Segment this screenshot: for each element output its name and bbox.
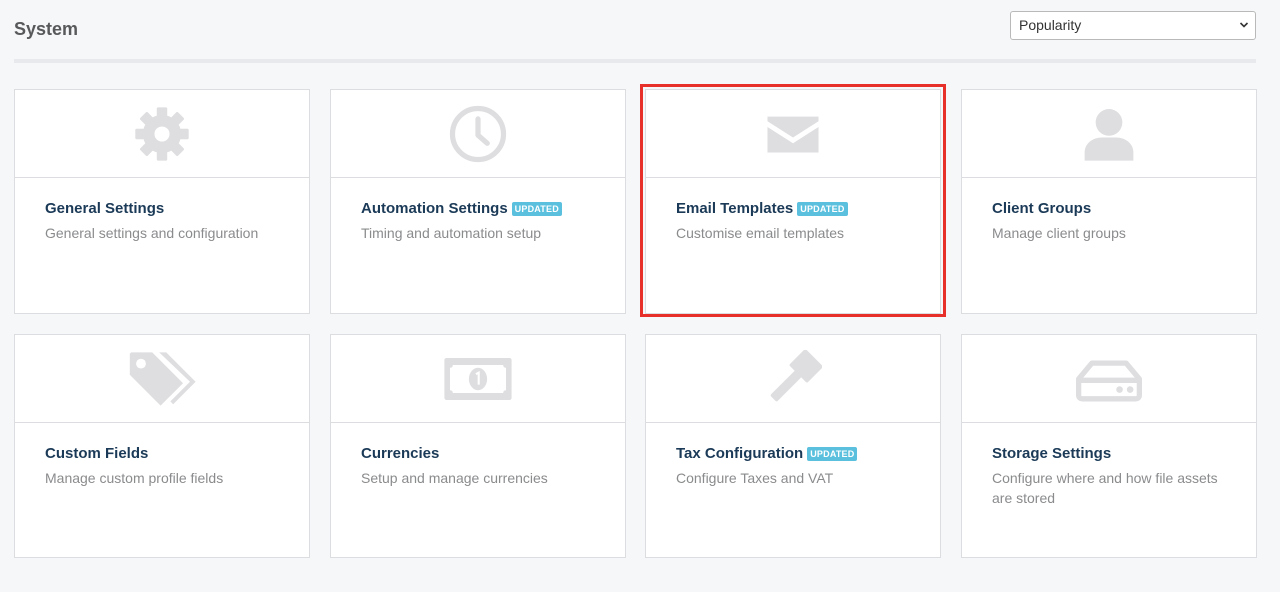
gavel-icon bbox=[770, 349, 822, 401]
card-description: Setup and manage currencies bbox=[361, 470, 548, 486]
sort-select-value: Popularity bbox=[1019, 17, 1082, 33]
card-automation-settings[interactable]: Automation Settings UPDATED Timing and a… bbox=[330, 89, 626, 314]
card-description: Configure Taxes and VAT bbox=[676, 470, 834, 486]
card-currencies[interactable]: Currencies Setup and manage currencies bbox=[330, 334, 626, 558]
card-description: Configure where and how file assets are … bbox=[992, 470, 1218, 506]
card-description: Timing and automation setup bbox=[361, 225, 542, 241]
chevron-down-icon bbox=[1239, 22, 1249, 28]
updated-badge: UPDATED bbox=[797, 201, 848, 216]
card-title: Email Templates bbox=[676, 200, 794, 217]
card-description: Manage custom profile fields bbox=[45, 470, 224, 486]
card-title: Client Groups bbox=[992, 200, 1092, 217]
hard-drive-icon bbox=[1076, 360, 1142, 401]
card-client-groups[interactable]: Client Groups Manage client groups bbox=[961, 89, 1257, 314]
gear-icon bbox=[135, 106, 189, 161]
sort-select[interactable]: Popularity bbox=[1010, 11, 1256, 40]
page: System Popularity General Settings Gener… bbox=[0, 0, 1280, 592]
envelope-icon bbox=[767, 116, 819, 153]
updated-badge: UPDATED bbox=[807, 446, 858, 461]
updated-badge: UPDATED bbox=[511, 201, 562, 216]
clock-icon bbox=[449, 105, 507, 162]
card-description: Customise email templates bbox=[676, 225, 845, 241]
card-tax-configuration[interactable]: Tax Configuration UPDATED Configure Taxe… bbox=[645, 334, 941, 558]
card-email-templates[interactable]: Email Templates UPDATED Customise email … bbox=[645, 89, 941, 314]
page-title: System bbox=[14, 19, 79, 39]
card-title: Tax Configuration bbox=[676, 445, 804, 462]
user-icon bbox=[1084, 108, 1134, 161]
money-bill-icon bbox=[444, 357, 512, 400]
card-title: Custom Fields bbox=[45, 445, 149, 462]
card-description: General settings and configuration bbox=[45, 225, 259, 241]
card-storage-settings[interactable]: Storage Settings Configure where and how… bbox=[961, 334, 1257, 558]
divider bbox=[14, 59, 1256, 63]
card-description: Manage client groups bbox=[992, 225, 1126, 241]
card-custom-fields[interactable]: Custom Fields Manage custom profile fiel… bbox=[14, 334, 310, 558]
card-title: General Settings bbox=[45, 200, 165, 217]
card-general-settings[interactable]: General Settings General settings and co… bbox=[14, 89, 310, 314]
card-title: Storage Settings bbox=[992, 445, 1112, 462]
card-title: Automation Settings bbox=[361, 200, 508, 217]
tags-icon bbox=[129, 351, 196, 406]
card-title: Currencies bbox=[361, 445, 440, 462]
header: System Popularity bbox=[14, 0, 1256, 64]
